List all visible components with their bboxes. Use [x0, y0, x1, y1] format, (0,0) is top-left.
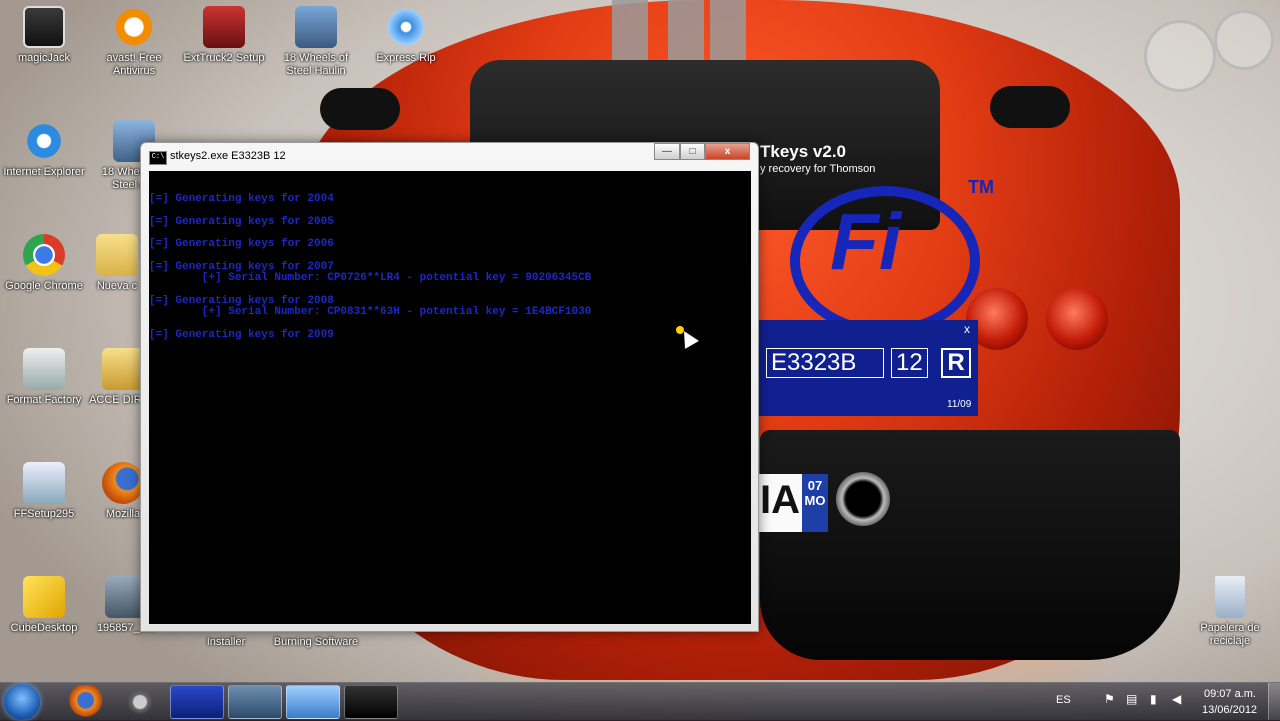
clock-time[interactable]: 09:07 a.m. — [1204, 688, 1256, 700]
wallpaper-car-taillight — [1046, 288, 1108, 350]
truck-icon — [203, 6, 245, 48]
year-input[interactable]: 12 — [891, 348, 928, 378]
internet-explorer-icon — [23, 120, 65, 162]
installer-icon — [23, 462, 65, 504]
desktop-icon-label: magicJack — [18, 52, 70, 64]
console-line: [=] Generating keys for 2005 — [149, 216, 334, 228]
desktop-icon-recycle-bin[interactable]: Papelera de reciclaje — [1186, 576, 1274, 648]
format-factory-icon — [23, 348, 65, 390]
desktop-icon-format-factory[interactable]: Format Factory — [0, 348, 88, 407]
wifi-logo-trademark: TM — [968, 177, 994, 197]
desktop-icon-label: Google Chrome — [5, 280, 83, 292]
minimize-button[interactable]: — — [654, 143, 680, 160]
desktop-icon-google-chrome[interactable]: Google Chrome — [0, 234, 88, 293]
desktop-icon-label: ExtTruck2 Setup — [183, 52, 265, 64]
avast-icon — [113, 6, 155, 48]
taskbar-firefox-icon[interactable] — [56, 685, 110, 719]
wallpaper-car-exhaust — [836, 472, 890, 526]
language-indicator[interactable]: ES — [1056, 694, 1071, 706]
desktop-icon-18-wheels-haulin[interactable]: 18 Wheels of Steel Haulin — [272, 6, 360, 78]
tray-volume-icon[interactable]: ◀ — [1172, 692, 1181, 706]
ssid-input[interactable]: E3323B — [766, 348, 884, 378]
tray-network-icon[interactable]: ▤ — [1126, 692, 1137, 706]
console-app-icon: C:\ — [149, 151, 167, 165]
wifi-logo-text: Fi — [830, 197, 902, 286]
wallpaper-car-mirror — [320, 88, 400, 130]
close-button[interactable]: x — [705, 143, 750, 160]
cpu-dial — [1144, 20, 1216, 92]
wallpaper-car-lower — [760, 430, 1180, 660]
start-button[interactable] — [4, 684, 40, 720]
console-output[interactable]: [=] Generating keys for 2004 [=] Generat… — [149, 171, 751, 624]
taskbar-console-icon[interactable] — [344, 685, 398, 719]
desktop-icon-label: Format Factory — [6, 394, 82, 406]
recycle-bin-icon — [1215, 576, 1245, 618]
truck-game-icon — [295, 6, 337, 48]
cube-icon — [23, 576, 65, 618]
tray-flag-icon[interactable]: ⚑ — [1104, 692, 1115, 706]
desktop-icon-magicjack[interactable]: magicJack — [0, 6, 88, 65]
wallpaper-car-mirror — [990, 86, 1070, 128]
console-line: [=] Generating keys for 2004 — [149, 193, 334, 205]
cd-rip-icon — [385, 6, 427, 48]
wifi-app-title: Tkeys v2.0 — [760, 142, 847, 161]
desktop-icon-label: 18 Wheels of Steel Haulin — [283, 52, 349, 77]
console-titlebar[interactable]: C:\ stkeys2.exe E3323B 12 — □ x — [141, 143, 758, 171]
console-line: [=] Generating keys for 2009 — [149, 329, 334, 341]
maximize-button[interactable]: □ — [680, 143, 705, 160]
run-button[interactable]: R — [941, 348, 971, 378]
show-desktop-button[interactable] — [1268, 683, 1280, 720]
cpu-meter-gadget[interactable] — [1140, 6, 1276, 98]
wifi-app-date: 11/09 — [947, 399, 972, 410]
chrome-icon — [23, 234, 65, 276]
desktop-icon-label: Papelera de reciclaje — [1200, 622, 1260, 647]
magicjack-icon — [23, 6, 65, 48]
desktop-icon-avast[interactable]: avast! Free Antivirus — [90, 6, 178, 78]
desktop-icon-exttruck2-setup[interactable]: ExtTruck2 Setup — [180, 6, 268, 65]
memory-dial — [1214, 10, 1274, 70]
console-line: [+] Serial Number: CP0726**LR4 - potenti… — [149, 272, 592, 284]
desktop-icon-label: Mozilla — [105, 508, 141, 520]
taskbar-media-player-icon[interactable] — [228, 685, 282, 719]
desktop-icon-label: Burning Software — [273, 636, 359, 648]
console-window-title: stkeys2.exe E3323B 12 — [170, 150, 286, 162]
desktop-icon-ffsetup295[interactable]: FFSetup295 — [0, 462, 88, 521]
wifi-app-subtitle: y recovery for Thomson — [760, 163, 876, 175]
taskbar-explorer-icon[interactable] — [286, 685, 340, 719]
desktop-icon-label: Internet Explorer — [3, 166, 85, 178]
taskbar-calculator-icon[interactable] — [113, 685, 167, 719]
desktop-icon-label: Nueva c — [96, 280, 138, 292]
folder-icon — [102, 348, 144, 390]
desktop-icon-internet-explorer[interactable]: Internet Explorer — [0, 120, 88, 179]
firefox-icon — [102, 462, 144, 504]
desktop-icon-installer[interactable]: Installer — [182, 636, 270, 649]
wallpaper-plate-badge: 07 MO — [802, 474, 828, 532]
tray-signal-icon[interactable]: ▮ — [1150, 692, 1157, 706]
desktop-icon-label: avast! Free Antivirus — [106, 52, 162, 77]
desktop-icon-burning-software[interactable]: Burning Software — [270, 636, 362, 649]
wallpaper-plate-text: IA — [760, 478, 800, 522]
desktop-icon-label: Installer — [206, 636, 246, 648]
wifi-app-close-button[interactable]: x — [964, 322, 970, 336]
console-line: [=] Generating keys for 2006 — [149, 238, 334, 250]
desktop-icon-cubedesktop[interactable]: CubeDesktop — [0, 576, 88, 635]
console-window[interactable]: C:\ stkeys2.exe E3323B 12 — □ x [=] Gene… — [140, 142, 759, 632]
desktop-icon-label: Express Rip — [376, 52, 436, 64]
taskbar-wifi-app-icon[interactable] — [170, 685, 224, 719]
desktop-icon-label: FFSetup295 — [13, 508, 75, 520]
desktop-icon-label: CubeDesktop — [10, 622, 78, 634]
clock-date[interactable]: 13/06/2012 — [1202, 704, 1257, 716]
folder-icon — [96, 234, 138, 276]
desktop-icon-express-rip[interactable]: Express Rip — [362, 6, 450, 65]
console-line: [+] Serial Number: CP0831**63H - potenti… — [149, 306, 592, 318]
